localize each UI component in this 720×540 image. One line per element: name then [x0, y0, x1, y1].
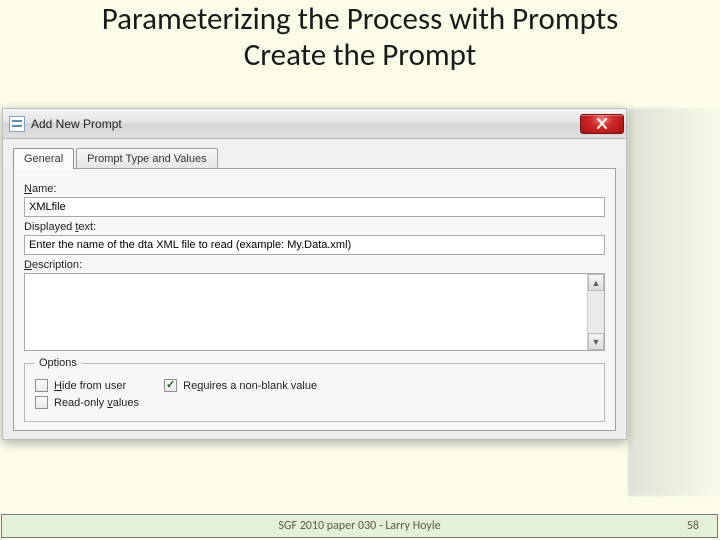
background-blur	[628, 108, 720, 496]
footer-center-text: SGF 2010 paper 030 - Larry Hoyle	[2, 519, 717, 533]
slide-title-line1: Parameterizing the Process with Prompts	[102, 0, 619, 38]
dialog-titlebar[interactable]: Add New Prompt	[3, 109, 626, 139]
description-scrollbar[interactable]: ▲ ▼	[587, 274, 604, 350]
slide-title: Parameterizing the Process with Prompts …	[0, 0, 720, 79]
options-legend: Options	[35, 357, 81, 369]
tab-prompt-type-and-values[interactable]: Prompt Type and Values	[76, 148, 217, 169]
read-only-values-label: Read-only values	[54, 397, 139, 409]
options-group: Options Hide from user Requires a non-bl…	[24, 357, 605, 422]
checkbox-icon	[35, 379, 48, 392]
tab-strip: General Prompt Type and Values	[3, 139, 626, 168]
displayed-text-label: Displayed text:	[24, 221, 605, 233]
description-label: Description:	[24, 259, 605, 271]
prompt-list-icon	[9, 116, 25, 132]
dialog-title: Add New Prompt	[31, 117, 122, 131]
add-new-prompt-dialog: Add New Prompt General Prompt Type and V…	[2, 108, 627, 440]
footer-page-number: 58	[687, 519, 717, 533]
hide-from-user-label: Hide from user	[54, 380, 126, 392]
name-label: Name:	[24, 183, 605, 195]
slide-footer: SGF 2010 paper 030 - Larry Hoyle 58	[1, 514, 718, 538]
tab-general[interactable]: General	[13, 148, 74, 169]
hide-from-user-checkbox[interactable]: Hide from user	[35, 379, 126, 392]
close-icon	[596, 118, 608, 129]
requires-nonblank-checkbox[interactable]: Requires a non-blank value	[164, 379, 317, 392]
read-only-values-checkbox[interactable]: Read-only values	[35, 396, 139, 409]
scroll-up-icon[interactable]: ▲	[588, 274, 604, 291]
name-input[interactable]	[24, 197, 605, 217]
checkbox-icon	[35, 396, 48, 409]
displayed-text-input[interactable]	[24, 235, 605, 255]
requires-nonblank-label: Requires a non-blank value	[183, 380, 317, 392]
checkbox-checked-icon	[164, 379, 177, 392]
description-input[interactable]	[25, 274, 586, 350]
scroll-down-icon[interactable]: ▼	[588, 333, 604, 350]
tab-page-general: Name: Displayed text: Description: ▲ ▼ O…	[13, 168, 616, 431]
description-textarea-wrap: ▲ ▼	[24, 273, 605, 351]
slide-title-line2: Create the Prompt	[244, 36, 476, 74]
close-button[interactable]	[580, 114, 624, 134]
